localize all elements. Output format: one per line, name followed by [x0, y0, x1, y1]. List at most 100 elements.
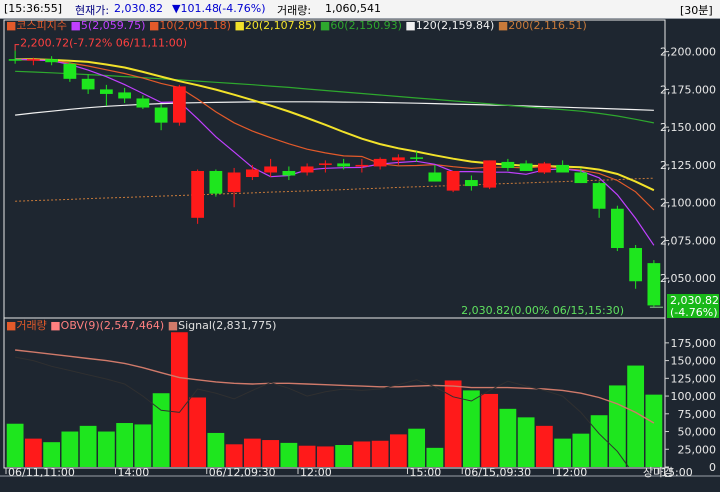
candle-body — [501, 161, 515, 168]
volume-bar — [79, 425, 97, 467]
volume-bar — [225, 444, 243, 467]
volume-legend-item: OBV(9)(2,547,464) — [61, 319, 168, 332]
legend-swatch: ■ — [405, 19, 415, 32]
high-marker — [14, 44, 20, 51]
volume-legend-item: ■ — [168, 319, 178, 332]
last-price-pct: (-4.76%) — [670, 306, 718, 319]
time-tick-label: 15:00 — [410, 466, 442, 479]
candle-body — [556, 164, 570, 173]
candle-body — [45, 59, 59, 63]
candle-body — [136, 98, 150, 108]
interval-button[interactable]: [30분] — [680, 2, 713, 18]
volume-bar — [134, 424, 152, 467]
candle-body — [63, 63, 77, 79]
price-tick-label: 2,100.000 — [660, 197, 716, 210]
price-label: 현재가: — [75, 4, 110, 17]
candle-body — [245, 169, 259, 178]
header-bar: [15:36:55] 현재가: 2,030.82 ▼101.48 (-4.76%… — [0, 0, 720, 19]
volume-bar — [61, 431, 79, 467]
high-annotation: 2,200.72(-7.72% 06/11,11:00) — [20, 37, 187, 50]
volume-legend-item: ■거래량 — [6, 319, 50, 332]
candle-body — [592, 183, 606, 209]
volume-tick-label: 175,000 — [671, 337, 717, 350]
candle-body — [483, 160, 497, 188]
volume-tick-label: 0 — [709, 461, 716, 474]
candle-body — [446, 170, 460, 191]
volume-bar — [481, 393, 499, 467]
volume-bar — [408, 428, 426, 467]
volume-bar — [335, 445, 353, 467]
volume-bar — [189, 397, 207, 467]
volume-bar — [6, 423, 24, 467]
price-change-pct: (-4.76%) — [218, 2, 266, 15]
volume-bar — [645, 394, 663, 467]
volume-bar — [389, 434, 407, 467]
clock-text: [15:36:55] — [4, 2, 62, 15]
candle-body — [647, 263, 661, 306]
volume-bar — [517, 417, 535, 467]
candle-body — [464, 180, 478, 187]
volume-bar — [298, 445, 316, 467]
time-tick-label: 06/12,09:30 — [209, 466, 276, 479]
candle-body — [118, 92, 132, 99]
price-legend: ■코스피지수 ■5(2,059.75) ■10(2,091.18) ■20(2,… — [6, 19, 587, 32]
volume-bar — [243, 438, 261, 467]
price-tick-label: 2,075.000 — [660, 234, 716, 247]
candle-body — [428, 172, 442, 182]
legend-item: 200(2,116.51) — [508, 19, 587, 32]
ma5-line — [15, 58, 655, 246]
price-change: ▼101.48 — [172, 2, 219, 15]
candle-body — [337, 163, 351, 167]
candle-body — [209, 170, 223, 194]
volume-legend-item: Signal(2,831,775) — [178, 319, 276, 332]
volume-label: 거래량: — [277, 4, 312, 17]
volume-bar — [426, 447, 444, 467]
volume-bar — [535, 425, 553, 467]
volume-bar — [608, 385, 626, 467]
candle-body — [154, 107, 168, 123]
legend-item: 10(2,091.18) — [159, 19, 234, 32]
volume-bar — [116, 423, 134, 467]
volume-bar — [590, 415, 608, 467]
candle-body — [355, 164, 369, 167]
volume-bar — [353, 441, 371, 467]
candle-body — [410, 157, 424, 159]
ma10-line — [15, 58, 655, 211]
volume-bar — [97, 431, 115, 467]
candle-body — [629, 248, 643, 282]
legend-swatch: ■ — [71, 19, 81, 32]
candle-body — [537, 163, 551, 173]
candle-body — [574, 172, 588, 184]
volume-tick-label: 125,000 — [671, 372, 717, 385]
time-tick-label: 14:00 — [118, 466, 150, 479]
volume-bar — [572, 433, 590, 467]
volume-bar — [371, 440, 389, 467]
legend-title: ■코스피지수 — [6, 19, 71, 32]
candle-body — [373, 158, 387, 167]
candle-body — [519, 163, 533, 171]
volume-tick-label: 75,000 — [678, 408, 717, 421]
candle-body — [26, 59, 40, 61]
volume-bar — [316, 446, 334, 467]
candle-body — [172, 86, 186, 123]
volume-tick-label: 150,000 — [671, 355, 717, 368]
chart-area: 2,200.000 2,175.000 2,150.000 2,125.000 2,10… — [0, 19, 720, 479]
volume-legend-item: ■ — [50, 319, 60, 332]
price-tick-label: 2,175.000 — [660, 83, 716, 96]
volume-value: 1,060,541 — [325, 2, 381, 15]
current-price: 2,030.82 — [114, 2, 163, 15]
candle-body — [191, 170, 205, 218]
time-tick-label: 06/11,11:00 — [8, 466, 75, 479]
volume-bar — [207, 432, 225, 467]
candle-body — [391, 157, 405, 161]
price-tick-label: 2,150.000 — [660, 121, 716, 134]
legend-swatch: ■ — [149, 19, 159, 32]
price-tick-label: 2,200.000 — [660, 46, 716, 59]
legend-swatch: ■ — [320, 19, 330, 32]
legend-item: 120(2,159.84) — [416, 19, 498, 32]
price-tick-label: 2,050.000 — [660, 272, 716, 285]
volume-tick-label: 100,000 — [671, 390, 717, 403]
volume-bar — [24, 438, 42, 467]
candle-body — [282, 170, 296, 176]
volume-tick-label: 25,000 — [678, 443, 717, 456]
